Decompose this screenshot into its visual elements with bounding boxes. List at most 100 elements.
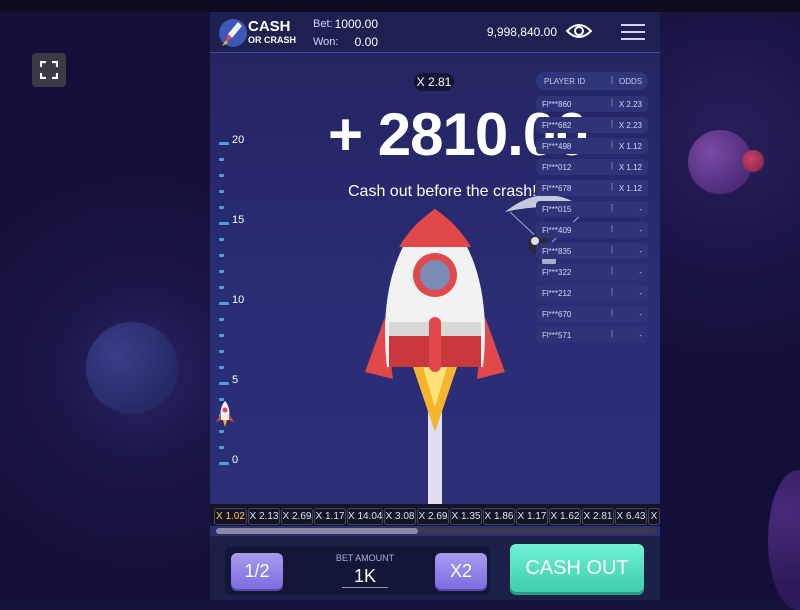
logo-subtitle: OR CRASH xyxy=(248,35,297,45)
column-separator: | xyxy=(611,308,614,317)
scale-tick xyxy=(219,350,224,353)
player-row: Fl***571 | - xyxy=(536,327,648,343)
column-separator: | xyxy=(611,98,614,107)
player-odds: - xyxy=(639,205,642,214)
player-id: Fl***682 xyxy=(542,121,572,130)
player-id: Fl***409 xyxy=(542,226,572,235)
scale-tick xyxy=(219,446,224,449)
history-item: X 1.17 xyxy=(516,508,548,525)
player-id: Fl***860 xyxy=(542,100,572,109)
odds-history: X 1.02 X 2.13 X 2.69 X 1.17 X 14.04 X 3.… xyxy=(210,504,660,526)
top-bar xyxy=(0,0,800,12)
column-separator: | xyxy=(611,119,614,128)
player-row: Fl***409 | - xyxy=(536,222,648,238)
scale-label: 20 xyxy=(232,134,245,146)
player-odds: X 2.23 xyxy=(618,121,642,130)
bet-amount-input[interactable]: 1K xyxy=(335,566,395,587)
player-odds: - xyxy=(639,289,642,298)
player-odds: X 1.12 xyxy=(618,142,642,151)
player-odds: - xyxy=(639,310,642,319)
column-separator: | xyxy=(611,75,614,84)
player-odds: - xyxy=(639,247,642,256)
player-row: Fl***322 | - xyxy=(536,264,648,280)
fullscreen-icon xyxy=(40,61,58,79)
scale-tick xyxy=(219,430,224,433)
eye-icon[interactable] xyxy=(566,22,592,40)
history-item: X 3.08 xyxy=(384,508,416,525)
scale-tick xyxy=(219,302,229,305)
scale-label: 5 xyxy=(232,374,239,386)
scale-label: 15 xyxy=(232,214,245,226)
odds-header: ODDS xyxy=(619,77,643,86)
column-separator: | xyxy=(611,287,614,296)
rocket-icon xyxy=(365,209,505,507)
player-id: Fl***212 xyxy=(542,289,572,298)
bet-amount-underline xyxy=(342,587,388,588)
menu-icon[interactable] xyxy=(621,23,645,41)
column-separator: | xyxy=(611,329,614,338)
history-item: X xyxy=(648,508,660,525)
planet-decoration xyxy=(86,322,178,414)
player-odds: - xyxy=(639,268,642,277)
player-row: Fl***212 | - xyxy=(536,285,648,301)
balance-value: 9,998,840.00 xyxy=(486,25,557,39)
history-item: X 1.35 xyxy=(450,508,482,525)
player-id: Fl***322 xyxy=(542,268,572,277)
column-separator: | xyxy=(611,203,614,212)
player-row: Fl***012 | X 1.12 xyxy=(536,159,648,175)
half-bet-button[interactable]: 1/2 xyxy=(231,553,283,589)
current-odds-badge: X 2.81 xyxy=(414,73,454,91)
scale-tick xyxy=(219,238,224,241)
history-item: X 14.04 xyxy=(347,508,383,525)
bet-amount-label: BET AMOUNT xyxy=(335,553,395,563)
scale-tick xyxy=(219,286,224,289)
column-separator: | xyxy=(611,245,614,254)
player-row: Fl***682 | X 2.23 xyxy=(536,117,648,133)
scale-tick xyxy=(219,254,224,257)
player-odds: X 1.12 xyxy=(618,184,642,193)
background-left xyxy=(0,12,210,600)
player-row: Fl***835 | - xyxy=(536,243,648,259)
game-panel: CASH OR CRASH Bet: 1000.00 Won: 0.00 9,9… xyxy=(210,12,660,600)
history-scrollbar[interactable] xyxy=(216,528,656,534)
scale-tick xyxy=(219,334,224,337)
history-item: X 1.62 xyxy=(549,508,581,525)
scale-tick xyxy=(219,174,224,177)
fullscreen-button[interactable] xyxy=(32,53,66,87)
player-row: Fl***678 | X 1.12 xyxy=(536,180,648,196)
logo-title: CASH xyxy=(248,18,291,35)
scale-tick xyxy=(219,158,224,161)
player-id-header: PLAYER ID xyxy=(544,77,586,86)
bet-panel: 1/2 BET AMOUNT 1K X2 xyxy=(225,547,490,595)
player-row: Fl***498 | X 1.12 xyxy=(536,138,648,154)
rocket-logo-icon xyxy=(219,19,247,47)
column-separator: | xyxy=(611,224,614,233)
player-odds: - xyxy=(639,226,642,235)
history-item: X 2.69 xyxy=(417,508,449,525)
history-item: X 6.43 xyxy=(615,508,647,525)
history-item: X 2.81 xyxy=(582,508,614,525)
header: CASH OR CRASH Bet: 1000.00 Won: 0.00 9,9… xyxy=(210,12,660,53)
history-scrollbar-thumb[interactable] xyxy=(216,528,418,534)
altitude-rocket-icon xyxy=(216,401,234,427)
player-row: Fl***670 | - xyxy=(536,306,648,322)
scale-tick xyxy=(219,270,224,273)
scale-tick xyxy=(219,190,224,193)
player-id: Fl***670 xyxy=(542,310,572,319)
double-bet-button[interactable]: X2 xyxy=(435,553,487,589)
scale-tick xyxy=(219,206,224,209)
bet-controls: 1/2 BET AMOUNT 1K X2 CASH OUT xyxy=(210,536,660,600)
cashout-button[interactable]: CASH OUT xyxy=(510,544,644,592)
history-item: X 1.17 xyxy=(314,508,346,525)
player-id: Fl***678 xyxy=(542,184,572,193)
player-id: Fl***015 xyxy=(542,205,572,214)
column-separator: | xyxy=(611,182,614,191)
column-separator: | xyxy=(611,161,614,170)
player-row: Fl***860 | X 2.23 xyxy=(536,96,648,112)
player-odds: X 1.12 xyxy=(618,163,642,172)
column-separator: | xyxy=(611,140,614,149)
player-id: Fl***835 xyxy=(542,247,572,256)
scale-label: 0 xyxy=(232,454,239,466)
scale-tick xyxy=(219,382,229,385)
players-table-header: PLAYER ID | ODDS xyxy=(536,72,648,90)
